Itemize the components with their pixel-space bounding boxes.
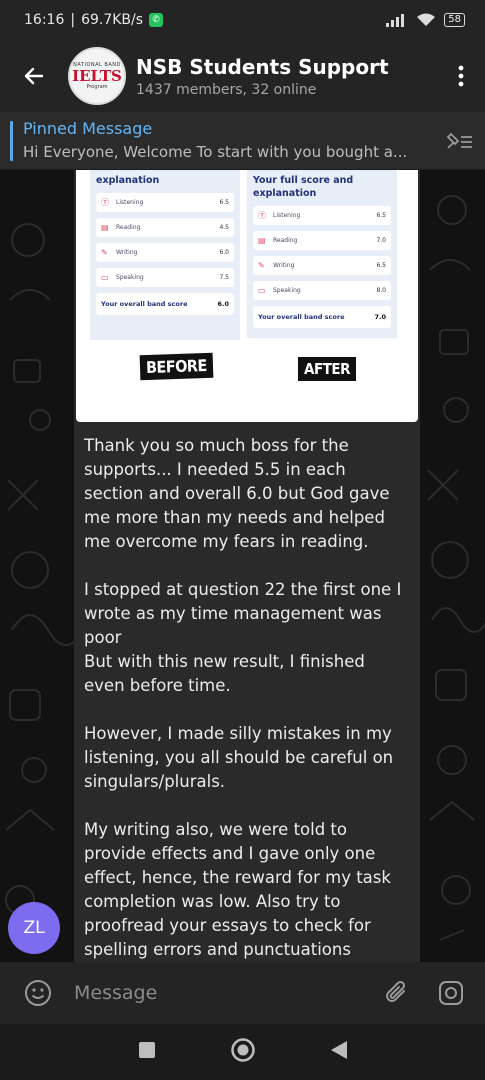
group-name: NSB Students Support (136, 55, 389, 79)
chat-info[interactable]: NSB Students Support 1437 members, 32 on… (136, 54, 437, 98)
recents-button[interactable] (138, 1041, 156, 1063)
after-label: AFTER (298, 357, 356, 381)
speaking-icon: ▭ (258, 286, 266, 295)
writing-icon: ✎ (258, 261, 265, 270)
after-overall-row: Your overall band score 7.0 (253, 306, 391, 328)
emoji-button[interactable] (16, 971, 60, 1015)
pinned-message-bar[interactable]: Pinned Message Hi Everyone, Welcome To s… (0, 112, 485, 170)
score-value: 7.5 (219, 274, 229, 281)
message-composer (0, 962, 485, 1024)
score-value: 6.5 (376, 262, 386, 269)
score-row: ▤ Reading 4.5 (96, 218, 234, 237)
score-value: 7.0 (376, 237, 386, 244)
more-vertical-icon (458, 65, 464, 87)
group-member-count: 1437 members, 32 online (136, 82, 317, 98)
score-label: Reading (273, 237, 298, 244)
score-row: ✎ Writing 6.0 (96, 243, 234, 262)
reading-icon: ▤ (101, 223, 109, 232)
triangle-back-icon (330, 1041, 347, 1059)
pinned-preview: Hi Everyone, Welcome To start with you b… (23, 142, 408, 161)
writing-icon: ✎ (101, 248, 108, 257)
overall-label: Your overall band score (101, 300, 188, 308)
score-row: ▤ Reading 7.0 (253, 231, 391, 250)
speaking-icon: ▭ (101, 273, 109, 282)
battery-indicator: 58 (444, 13, 465, 27)
score-row: Ⓣ Listening 6.5 (96, 193, 234, 212)
wifi-icon (417, 13, 436, 26)
home-circle-icon (230, 1038, 255, 1062)
signal-icon (386, 14, 405, 27)
message-input[interactable] (74, 982, 375, 1004)
group-avatar[interactable]: NATIONAL BAND IELTS Program (68, 47, 126, 105)
score-label: Writing (273, 262, 295, 269)
system-navigation-bar (0, 1024, 485, 1080)
score-row: ▭ Speaking 8.0 (253, 281, 391, 300)
score-value: 6.5 (219, 199, 229, 206)
after-card-title: Your full score and explanation (253, 175, 354, 199)
before-card-title: explanation (96, 175, 160, 186)
camera-button[interactable] (429, 971, 473, 1015)
score-value: 4.5 (219, 224, 229, 231)
score-comparison-photo[interactable]: explanation Ⓣ Listening 6.5 ▤ Reading 4.5 ✎ Wri… (76, 170, 418, 422)
avatar-brand: IELTS (72, 67, 122, 85)
listening-icon: Ⓣ (101, 198, 109, 207)
more-options-button[interactable] (437, 40, 485, 112)
score-label: Listening (273, 212, 301, 219)
score-label: Listening (116, 199, 144, 206)
paperclip-icon (386, 980, 406, 1002)
overall-label: Your overall band score (258, 313, 345, 321)
score-label: Reading (116, 224, 141, 231)
before-score-card: explanation Ⓣ Listening 6.5 ▤ Reading 4.5 ✎ Wri… (90, 170, 240, 340)
arrow-left-icon (24, 67, 44, 85)
before-overall-row: Your overall band score 6.0 (96, 293, 234, 315)
score-row: ▭ Speaking 7.5 (96, 268, 234, 287)
listening-icon: Ⓣ (258, 211, 266, 220)
pin-list-icon (446, 132, 472, 149)
camera-icon (439, 981, 463, 1005)
back-nav-button[interactable] (330, 1040, 348, 1064)
square-icon (138, 1042, 155, 1058)
whatsapp-notification-icon: ✆ (149, 13, 164, 27)
message-bubble[interactable]: explanation Ⓣ Listening 6.5 ▤ Reading 4.5 ✎ Wri… (74, 170, 420, 962)
status-separator: | (70, 12, 76, 28)
back-button[interactable] (10, 40, 58, 112)
score-value: 6.5 (376, 212, 386, 219)
sender-avatar[interactable]: ZL (8, 902, 60, 954)
score-value: 6.0 (219, 249, 229, 256)
score-row: ✎ Writing 6.5 (253, 256, 391, 275)
score-label: Speaking (273, 287, 301, 294)
reading-icon: ▤ (258, 236, 266, 245)
home-button[interactable] (230, 1037, 256, 1067)
network-speed: 69.7KB/s (81, 12, 144, 28)
pinned-title: Pinned Message (23, 118, 153, 138)
pinned-indicator (10, 120, 13, 161)
attach-button[interactable] (375, 971, 419, 1015)
status-time: 16:16 (24, 12, 65, 28)
score-label: Writing (116, 249, 138, 256)
avatar-bottom-text: Program (86, 84, 108, 90)
message-text: Thank you so much boss for the supports.… (84, 436, 402, 959)
pinned-list-button[interactable] (433, 112, 485, 170)
before-overall-score: 6.0 (217, 300, 229, 308)
score-label: Speaking (116, 274, 144, 281)
after-score-card: Your full score and explanation Ⓣ Listeni… (247, 170, 397, 338)
chat-header: NATIONAL BAND IELTS Program NSB Students… (0, 40, 485, 112)
score-value: 8.0 (376, 287, 386, 294)
after-overall-score: 7.0 (374, 313, 386, 321)
status-bar: 16:16 | 69.7KB/s ✆ 58 (0, 0, 485, 40)
emoji-icon (25, 980, 51, 1006)
before-label: BEFORE (139, 352, 214, 381)
score-row: Ⓣ Listening 6.5 (253, 206, 391, 225)
